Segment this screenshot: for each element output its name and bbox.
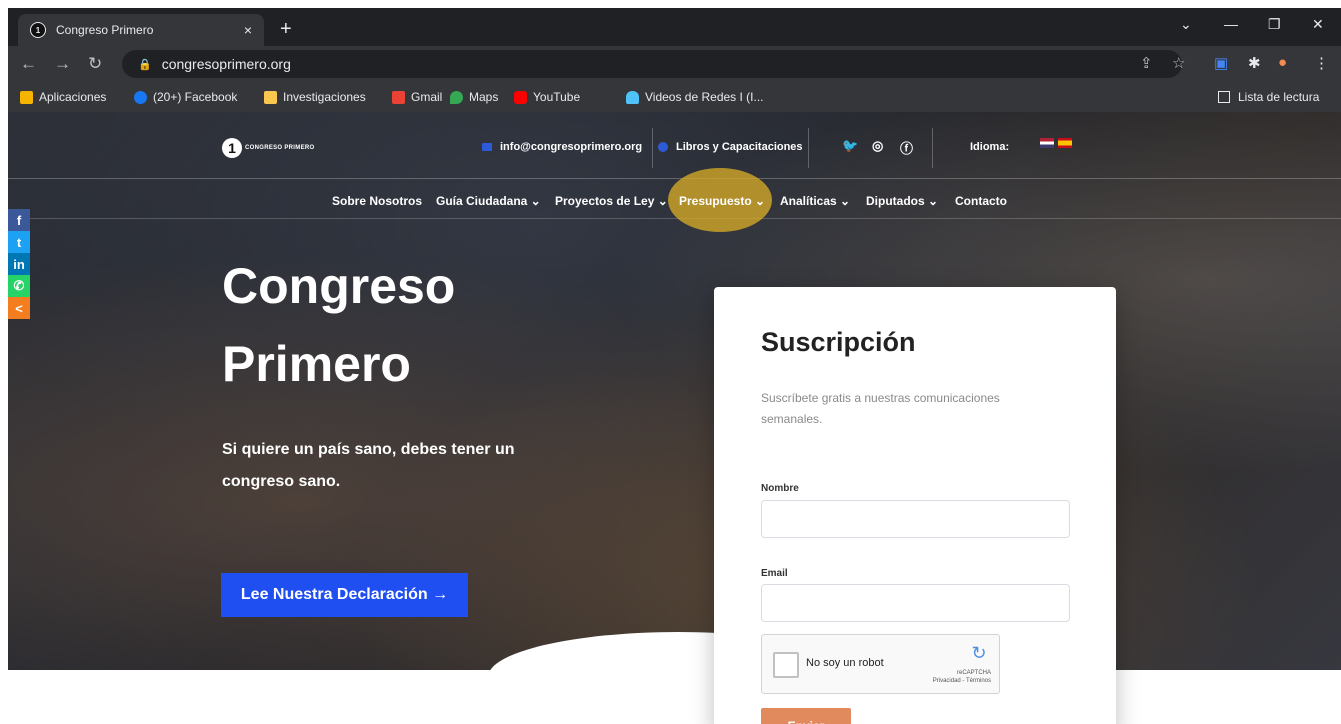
captcha-checkbox[interactable] [773,652,799,678]
subscription-title: Suscripción [761,327,916,357]
menu-kebab-icon[interactable]: ⋮ [1314,54,1329,72]
facebook-icon[interactable]: ⓕ [900,138,913,157]
reload-icon[interactable]: ↻ [88,54,102,74]
lock-icon[interactable]: 🔒 [138,58,152,71]
close-window-icon[interactable]: ✕ [1312,16,1324,33]
address-toolbar: ← → ↻ 🔒 congresoprimero.org ⇪ ☆ ▣ ✱ ● ⋮ [8,46,1341,82]
subscription-card: Suscripción Suscríbete gratis a nuestras… [714,287,1116,724]
apps-grid-icon [20,90,33,104]
back-icon[interactable]: ← [20,54,37,74]
language-label: Idioma: [970,141,1010,153]
bookmark-videos-redes[interactable]: Videos de Redes I (I... [626,90,764,104]
tab-search-icon[interactable]: ⌄ [1180,16,1192,33]
facebook-icon [134,90,147,104]
star-icon[interactable]: ☆ [1172,54,1185,72]
profile-avatar-icon[interactable]: ● [1278,54,1287,71]
book-icon [658,142,668,152]
name-input[interactable] [761,500,1070,538]
nav-contacto[interactable]: Contacto [955,194,1007,208]
browser-tab[interactable]: 1 Congreso Primero × [18,14,264,46]
url-text: congresoprimero.org [161,56,291,72]
submit-button[interactable]: Enviar [761,708,851,724]
maps-pin-icon [450,90,463,104]
close-tab-icon[interactable]: × [244,22,252,38]
hero-title-line1: Congreso [222,258,456,314]
logo-mark: 1 [222,138,242,158]
email-link[interactable]: info@congresoprimero.org [482,141,642,153]
captcha-terms-link[interactable]: Privacidad - Términos [933,677,991,685]
share-linkedin-icon[interactable]: in [8,253,30,275]
gmail-icon [392,90,405,104]
bookmark-youtube[interactable]: YouTube [514,90,580,104]
us-flag-icon[interactable] [1040,138,1054,148]
bookmark-gmail[interactable]: Gmail [392,90,442,104]
captcha-label: No soy un robot [806,657,884,669]
new-tab-button[interactable]: + [280,18,292,41]
nav-sobre-nosotros[interactable]: Sobre Nosotros [332,194,422,208]
logo-text: CONGRESO PRIMERO [245,145,315,151]
books-link[interactable]: Libros y Capacitaciones [658,141,803,153]
name-label: Nombre [761,483,799,494]
share-icon[interactable]: ⇪ [1140,54,1153,72]
reading-list[interactable]: Lista de lectura [1218,90,1319,104]
bookmark-apps[interactable]: Aplicaciones [20,90,106,104]
web-page: 1 CONGRESO PRIMERO info@congresoprimero.… [8,112,1341,724]
minimize-icon[interactable]: — [1224,16,1238,32]
nav-analiticas[interactable]: Analíticas ⌄ [780,194,850,208]
browser-tab-bar: 1 Congreso Primero × + ⌄ — ❐ ✕ [8,8,1341,46]
subscription-description: Suscríbete gratis a nuestras comunicacio… [761,391,1000,426]
bookmark-maps[interactable]: Maps [450,90,498,104]
share-whatsapp-icon[interactable]: ✆ [8,275,30,297]
captcha-brand: reCAPTCHA [956,670,991,676]
address-bar[interactable]: 🔒 congresoprimero.org [122,50,1182,78]
cloud-icon [626,90,639,104]
nav-guia-ciudadana[interactable]: Guía Ciudadana ⌄ [436,194,541,208]
reading-list-icon [1218,91,1230,103]
read-declaration-button[interactable]: Lee Nuestra Declaración → [221,573,468,617]
hero-subtitle: Si quiere un país sano, debes tener un c… [222,441,515,490]
share-more-icon[interactable]: < [8,297,30,319]
recaptcha-widget: No soy un robot ↻ reCAPTCHA Privacidad -… [761,634,1000,694]
site-logo[interactable]: 1 CONGRESO PRIMERO [222,138,314,158]
envelope-icon [482,143,492,151]
hero-title-line2: Primero [222,336,411,392]
share-twitter-icon[interactable]: t [8,231,30,253]
bookmark-investigaciones[interactable]: Investigaciones [264,90,366,104]
recaptcha-logo-icon: ↻ [971,643,987,663]
site-favicon-icon: 1 [30,22,46,38]
spain-flag-icon[interactable] [1058,138,1072,148]
forward-icon[interactable]: → [54,54,71,74]
nav-presupuesto[interactable]: Presupuesto ⌄ [679,194,765,208]
email-input[interactable] [761,584,1070,622]
nav-proyectos-de-ley[interactable]: Proyectos de Ley ⌄ [555,194,668,208]
extensions-icon[interactable]: ✱ [1248,54,1261,72]
bookmarks-bar: Aplicaciones (20+) Facebook Investigacio… [8,82,1341,112]
restore-icon[interactable]: ❐ [1268,16,1281,33]
tab-title: Congreso Primero [56,23,154,37]
bookmark-facebook[interactable]: (20+) Facebook [134,90,237,104]
share-facebook-icon[interactable]: f [8,209,30,231]
folder-icon [264,90,277,104]
translate-extension-icon[interactable]: ▣ [1214,54,1228,72]
email-label: Email [761,568,788,579]
twitter-icon[interactable]: 🐦 [842,138,858,154]
instagram-icon[interactable]: ◎ [872,138,883,154]
youtube-icon [514,90,527,104]
nav-diputados[interactable]: Diputados ⌄ [866,194,938,208]
